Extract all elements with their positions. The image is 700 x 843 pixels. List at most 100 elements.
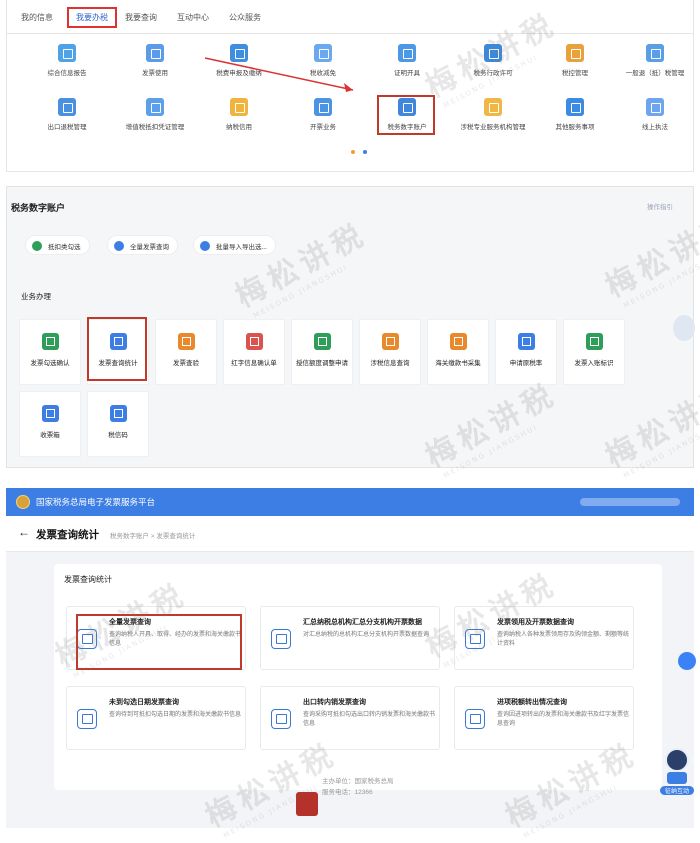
robot-head-icon — [665, 748, 689, 772]
report-icon — [58, 44, 76, 62]
branch-icon — [271, 629, 291, 649]
document-icon — [146, 98, 164, 116]
search-icon — [114, 241, 124, 251]
card-credit-adjust[interactable]: 授信额度调整申请 — [291, 319, 353, 385]
quick-full-invoice-query[interactable]: 全量发票查询 — [107, 235, 178, 255]
book-icon — [41, 333, 59, 350]
service-agency-mgmt[interactable]: 涉税专业服务机构管理 — [453, 98, 533, 131]
card-inbox[interactable]: 收票箱 — [19, 391, 81, 457]
ticket-icon — [177, 333, 195, 350]
robot-label: 征纳互动 — [660, 786, 694, 795]
card-input-tax-transfer-query[interactable]: 进项税额转出情况查询 查询因进项转出的发票和海关缴款书及红字发票信息查询 — [454, 686, 634, 750]
assistant-robot[interactable]: 征纳互动 — [660, 748, 694, 798]
card-pending-select-query[interactable]: 未到勾选日期发票查询 查询待到可抵扣勾选日期的发票和海关缴款书信息 — [66, 686, 246, 750]
declare-icon — [230, 44, 248, 62]
service-online-enforcement[interactable]: 线上执法 — [615, 98, 695, 131]
card-tax-code[interactable]: 税信码 — [87, 391, 149, 457]
agency-icon — [484, 98, 502, 116]
platform-header: 国家税务总局电子发票服务平台 — [6, 488, 694, 516]
card-customs-collect[interactable]: 海关缴款书采集 — [427, 319, 489, 385]
service-tax-relief[interactable]: 税收减免 — [283, 44, 363, 77]
card-invoice-usage-query[interactable]: 发票领用及开票数据查询 查询纳税人各种发票领用存及购领金额、剩额等统计资料 — [454, 606, 634, 670]
service-invoicing[interactable]: 开票业务 — [283, 98, 363, 131]
shield-icon — [566, 44, 584, 62]
service-export-refund[interactable]: 出口退税管理 — [27, 98, 107, 131]
tab-interaction[interactable]: 互动中心 — [177, 12, 209, 23]
page-title: 发票查询统计 — [36, 529, 99, 541]
service-admin-license[interactable]: 税务行政许可 — [453, 44, 533, 77]
tab-my-info[interactable]: 我的信息 — [21, 12, 53, 23]
license-icon — [484, 44, 502, 62]
digital-account-panel: 税务数字账户 操作指引 抵扣类勾选 全量发票查询 批量导入导出选... 业务办理… — [6, 186, 695, 468]
red-doc-icon — [245, 333, 263, 350]
check-icon — [32, 241, 42, 251]
export-shield-icon — [58, 98, 76, 116]
top-tab-bar: 我的信息 我要办税 我要查询 互动中心 公众服务 — [7, 7, 693, 34]
form-icon — [517, 333, 535, 350]
yuan-icon — [465, 709, 485, 729]
section-title: 发票查询统计 — [64, 575, 112, 584]
chart-line-icon — [465, 629, 485, 649]
highlight-full-invoice-query — [76, 614, 242, 670]
highlight-invoice-query — [87, 317, 147, 381]
invoice-query-page: ← 发票查询统计 税务数字账户 > 发票查询统计 发票查询统计 全量发票查询 查… — [6, 516, 696, 828]
tab-public-service[interactable]: 公众服务 — [229, 12, 261, 23]
stamp-icon — [585, 333, 603, 350]
certificate-icon — [398, 44, 416, 62]
national-emblem-icon — [16, 495, 30, 509]
card-original-rate[interactable]: 申请原税率 — [495, 319, 557, 385]
platform-title: 国家税务总局电子发票服务平台 — [36, 497, 156, 507]
headset-icon[interactable] — [678, 652, 696, 670]
carousel-dot-2[interactable] — [363, 150, 367, 154]
assistant-avatar-icon[interactable] — [673, 315, 695, 341]
user-info-blurred — [580, 498, 680, 506]
help-link[interactable]: 操作指引 — [647, 201, 673, 211]
qrcode-icon — [109, 405, 127, 422]
service-comprehensive-report[interactable]: 综合信息报告 — [27, 44, 107, 77]
tab-tax-handling[interactable]: 我要办税 — [67, 7, 117, 28]
tax-bureau-logo — [296, 792, 318, 816]
service-invoice-use[interactable]: 发票使用 — [115, 44, 195, 77]
import-icon — [200, 241, 210, 251]
mail-icon — [41, 405, 59, 422]
quick-deduction-select[interactable]: 抵扣类勾选 — [25, 235, 90, 255]
back-arrow-icon[interactable]: ← — [18, 525, 30, 539]
card-invoice-verify[interactable]: 发票查验 — [155, 319, 217, 385]
refund-icon — [646, 44, 664, 62]
page-header: ← 发票查询统计 税务数字账户 > 发票查询统计 — [6, 516, 694, 552]
clock-icon — [77, 709, 97, 729]
section-title: 业务办理 — [21, 292, 51, 301]
transfer-icon — [271, 709, 291, 729]
footer-info: 主办单位：国家税务总局 服务电话：12366 — [322, 778, 394, 796]
service-tax-declare[interactable]: 税费申报及缴纳 — [199, 44, 279, 77]
lightbulb-icon — [230, 98, 248, 116]
service-other[interactable]: 其他服务事项 — [535, 98, 615, 131]
card-invoice-check-confirm[interactable]: 发票勾选确认 — [19, 319, 81, 385]
card-entry-mark[interactable]: 发票入账标识 — [563, 319, 625, 385]
download-icon — [449, 333, 467, 350]
carousel-dot-1[interactable] — [351, 150, 355, 154]
service-certificate[interactable]: 证明开具 — [367, 44, 447, 77]
edit-icon — [313, 333, 331, 350]
card-red-info-confirm[interactable]: 红字信息确认单 — [223, 319, 285, 385]
invoice-icon — [146, 44, 164, 62]
quick-batch-import[interactable]: 批量导入导出选... — [193, 235, 276, 255]
card-export-domestic-query[interactable]: 出口转内销发票查询 查询采购可抵扣勾选出口转内销发票和海关缴款书信息 — [260, 686, 440, 750]
card-tax-info-query[interactable]: 涉税信息查询 — [359, 319, 421, 385]
folder-icon — [381, 333, 399, 350]
breadcrumb[interactable]: 税务数字账户 > 发票查询统计 — [110, 530, 195, 540]
monitor-icon — [566, 98, 584, 116]
query-section: 发票查询统计 全量发票查询 查询纳税人开具、取得、经办的发票和海关缴款书信息 汇… — [54, 564, 662, 790]
card-summary-branch-query[interactable]: 汇总纳税总机构汇总分支机构开票数据 对汇总纳税的总机构汇总分支机构开票数据查询 — [260, 606, 440, 670]
relief-icon — [314, 44, 332, 62]
service-tax-control[interactable]: 税控管理 — [535, 44, 615, 77]
service-vat-deduction[interactable]: 增值税抵扣凭证管理 — [115, 98, 195, 131]
service-refund[interactable]: 一般退（抵）税管理 — [615, 44, 695, 77]
tax-service-panel: 我的信息 我要办税 我要查询 互动中心 公众服务 综合信息报告 发票使用 税费申… — [6, 0, 694, 172]
panel-title: 税务数字账户 — [11, 203, 66, 213]
highlight-digital-account — [377, 95, 435, 135]
invoicing-icon — [314, 98, 332, 116]
tab-query[interactable]: 我要查询 — [125, 12, 157, 23]
enforcement-icon — [646, 98, 664, 116]
service-credit[interactable]: 纳税信用 — [199, 98, 279, 131]
